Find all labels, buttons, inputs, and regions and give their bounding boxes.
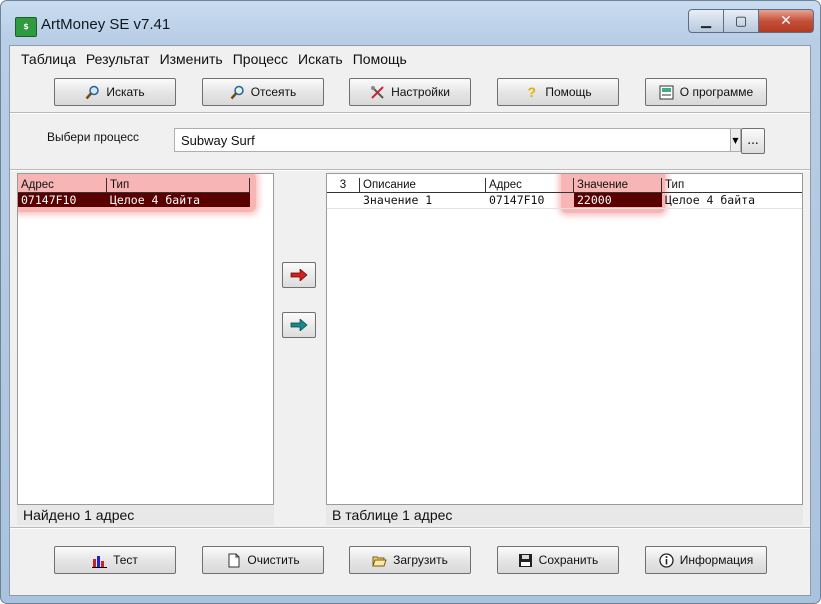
menu-edit[interactable]: Изменить [155,46,228,72]
col-type[interactable]: Тип [107,178,250,192]
col-address[interactable]: Адрес [18,178,107,192]
toolbar-separator [10,112,810,114]
info-button[interactable]: Информация [645,546,767,574]
load-button[interactable]: Загрузить [349,546,471,574]
about-app-icon [659,85,674,100]
search-button-label: Искать [106,85,145,99]
found-status: Найдено 1 адрес [17,505,274,525]
col-count[interactable]: 3 [327,178,360,192]
row-divider [327,208,802,209]
tools-icon [370,85,385,100]
minimize-icon: ▁ [701,13,711,29]
bar-chart-icon [92,553,108,568]
add-all-to-table-button[interactable] [282,312,316,338]
filter-button-label: Отсеять [250,85,297,99]
table-header: 3 Описание Адрес Значение Тип [327,178,802,193]
window-title: ArtMoney SE v7.41 [41,16,171,33]
minimize-button[interactable]: ▁ [688,9,724,33]
row-type[interactable]: Целое 4 байта [662,193,802,207]
app-window: $ ArtMoney SE v7.41 ▁ ▢ ✕ Таблица Резуль… [0,0,821,604]
found-addresses-table[interactable]: Адрес Тип 07147F10 Целое 4 байта [17,173,274,505]
filter-button[interactable]: Отсеять [202,78,324,106]
test-button-label: Тест [113,553,138,567]
clear-button[interactable]: Очистить [202,546,324,574]
add-to-table-button[interactable] [282,262,316,288]
table-row[interactable]: Значение 1 07147F10 22000 Целое 4 байта [327,193,802,207]
process-label: Выбери процесс [47,130,140,144]
filter-magnifier-icon [230,85,245,100]
bottom-separator [10,527,810,529]
main-client-area: Таблица Результат Изменить Процесс Искат… [9,45,811,596]
close-icon: ✕ [780,13,792,29]
magnifier-icon [85,85,100,100]
table-row[interactable]: 07147F10 Целое 4 байта [18,193,250,207]
col-value[interactable]: Значение [574,178,662,192]
col-type[interactable]: Тип [662,178,802,192]
row-checkbox-cell[interactable] [327,193,360,207]
save-button[interactable]: Сохранить [497,546,619,574]
about-button[interactable]: О программе [645,78,767,106]
about-button-label: О программе [679,85,754,99]
col-description[interactable]: Описание [360,178,486,192]
row-description[interactable]: Значение 1 [360,193,486,207]
arrow-right-teal-icon [290,316,308,335]
menu-bar: Таблица Результат Изменить Процесс Искат… [10,46,810,72]
arrow-right-red-icon [290,266,308,285]
table-status: В таблице 1 адрес [326,505,803,525]
floppy-disk-icon [518,553,533,568]
info-icon [659,552,674,568]
help-button[interactable]: ? Помощь [497,78,619,106]
menu-table[interactable]: Таблица [16,46,81,72]
help-button-label: Помощь [545,85,592,99]
menu-result[interactable]: Результат [81,46,155,72]
load-button-label: Загрузить [393,553,448,567]
row-address: 07147F10 [21,193,77,207]
col-address[interactable]: Адрес [486,178,574,192]
question-icon: ? [527,84,537,100]
row-value[interactable]: 22000 [574,193,662,207]
clear-button-label: Очистить [247,553,300,567]
chevron-down-icon[interactable]: ▼ [730,129,740,151]
open-folder-icon [372,553,387,568]
table-header: Адрес Тип [18,178,250,193]
menu-help[interactable]: Помощь [348,46,412,72]
process-select[interactable]: Subway Surf ▼ [174,128,741,152]
title-bar[interactable]: $ ArtMoney SE v7.41 ▁ ▢ ✕ [1,1,820,45]
process-separator [10,169,810,171]
test-button[interactable]: Тест [54,546,176,574]
search-button[interactable]: Искать [54,78,176,106]
settings-button[interactable]: Настройки [349,78,471,106]
address-table[interactable]: 3 Описание Адрес Значение Тип Значение 1… [326,173,803,505]
artmoney-app-icon[interactable]: $ [15,17,37,37]
browse-process-button[interactable]: ... [741,128,765,154]
maximize-button[interactable]: ▢ [724,9,759,33]
maximize-icon: ▢ [734,13,748,29]
settings-button-label: Настройки [391,85,450,99]
menu-search[interactable]: Искать [293,46,348,72]
process-select-value: Subway Surf [181,133,255,148]
row-type: Целое 4 байта [110,193,201,207]
save-button-label: Сохранить [538,553,599,567]
info-button-label: Информация [679,553,754,567]
window-controls: ▁ ▢ ✕ [688,9,814,33]
blank-page-icon [226,553,241,568]
row-address[interactable]: 07147F10 [486,193,574,207]
close-button[interactable]: ✕ [759,9,814,33]
menu-process[interactable]: Процесс [228,46,293,72]
